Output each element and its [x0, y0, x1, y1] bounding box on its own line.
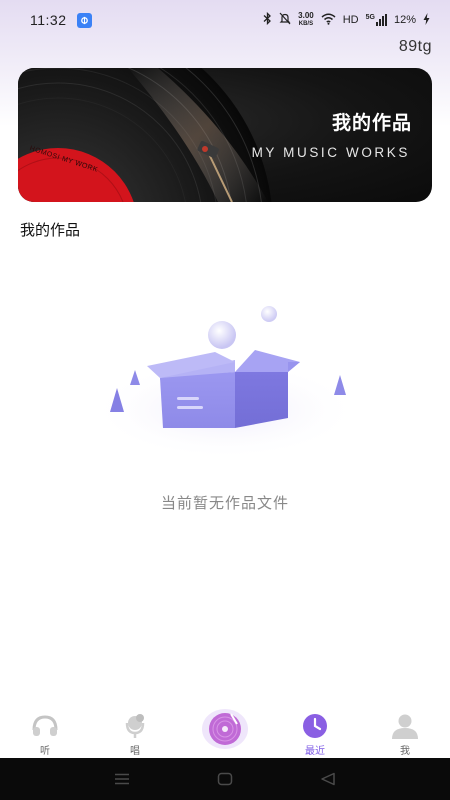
- menu-icon[interactable]: [110, 767, 134, 791]
- bluetooth-icon: [263, 11, 272, 28]
- network-speed-unit: KB/S: [298, 21, 314, 27]
- wifi-icon: [321, 13, 336, 28]
- home-icon[interactable]: [213, 767, 237, 791]
- vinyl-disc-icon: [201, 708, 249, 750]
- tab-label-sing: 唱: [130, 746, 140, 757]
- tab-label-recent: 最近: [305, 746, 325, 757]
- cell-signal: 5G: [366, 14, 387, 26]
- network-speed-value: 3.00: [298, 11, 314, 20]
- tab-listen[interactable]: 听: [0, 704, 90, 758]
- status-time: 11:32: [30, 12, 67, 28]
- network-speed: 3.00 KB/S: [298, 12, 314, 28]
- works-banner[interactable]: HOMOSI MY WORK 我的作品 MY MUSIC WORKS: [18, 68, 432, 202]
- tab-disc[interactable]: [180, 704, 270, 758]
- mute-bell-icon: [279, 12, 291, 28]
- section-title: 我的作品: [20, 221, 81, 239]
- tab-recent[interactable]: 最近: [270, 704, 360, 758]
- system-nav-bar: [0, 758, 450, 800]
- microphone-icon: [120, 712, 150, 740]
- hd-indicator: HD: [342, 14, 359, 26]
- empty-state-message: 当前暂无作品文件: [160, 494, 289, 512]
- vinyl-record-graphic: [18, 68, 272, 202]
- headphones-icon: [30, 712, 60, 740]
- empty-box-illustration: [90, 306, 360, 460]
- bottom-tab-bar: 听 唱 最近 我: [0, 704, 450, 758]
- charging-icon: [423, 12, 430, 28]
- user-icon: [390, 712, 420, 740]
- back-icon[interactable]: [316, 767, 340, 791]
- network-type: 5G: [365, 14, 375, 21]
- tab-sing[interactable]: 唱: [90, 704, 180, 758]
- status-left: 11:32: [30, 12, 92, 28]
- app-notification-icon: [76, 12, 92, 28]
- banner-title: 我的作品: [331, 112, 412, 134]
- battery-percent: 12%: [393, 14, 416, 26]
- banner-subtitle: MY MUSIC WORKS: [251, 145, 410, 160]
- tab-label-listen: 听: [40, 746, 50, 757]
- clock-icon: [300, 712, 330, 740]
- status-bar: 11:32 3.00 KB/S HD 5G 12%: [0, 0, 450, 40]
- tab-me[interactable]: 我: [360, 704, 450, 758]
- tab-label-me: 我: [400, 746, 410, 757]
- status-right: 3.00 KB/S HD 5G 12%: [263, 12, 430, 28]
- signal-bars-icon: [375, 14, 387, 26]
- user-id-label: 89tg: [398, 38, 432, 55]
